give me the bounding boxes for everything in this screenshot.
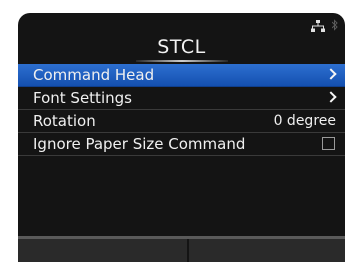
softkey-left[interactable] [18,239,187,262]
ignore-paper-size-checkbox[interactable] [322,137,335,150]
softkey-right[interactable] [189,239,345,262]
header: STCL [18,13,345,63]
menu-item-ignore-paper-size-command[interactable]: Ignore Paper Size Command [18,133,345,156]
menu-item-rotation[interactable]: Rotation 0 degree [18,110,345,133]
menu-item-label: Rotation [33,112,96,130]
rotation-value: 0 degree [273,113,336,129]
menu-item-label: Ignore Paper Size Command [33,135,246,153]
printer-display: STCL Command Head Font Settings Rotation… [18,13,345,262]
chevron-right-icon [325,68,337,80]
page-title: STCL [157,36,206,58]
menu-item-label: Command Head [33,66,155,84]
bluetooth-icon [332,19,338,31]
network-icon [311,20,325,32]
menu-item-font-settings[interactable]: Font Settings [18,87,345,110]
menu-item-command-head[interactable]: Command Head [18,64,345,87]
menu-item-label: Font Settings [33,89,132,107]
title-underline [136,60,228,62]
chevron-right-icon [325,91,337,103]
softkey-bar [18,236,345,262]
menu-list: Command Head Font Settings Rotation 0 de… [18,64,345,156]
